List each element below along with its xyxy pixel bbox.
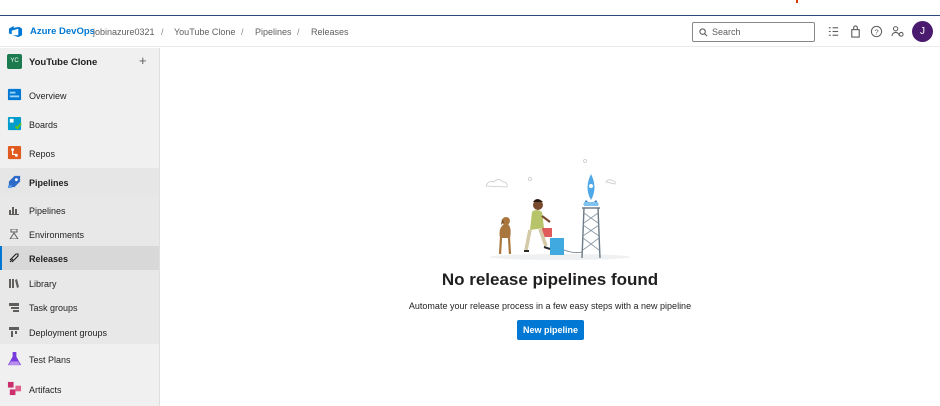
- azure-devops-logo-icon[interactable]: [8, 24, 23, 39]
- notification-dot: [796, 0, 798, 3]
- empty-state-title: No release pipelines found: [441, 270, 659, 289]
- breadcrumb-separator: /: [297, 27, 300, 37]
- pipelines-sub-icon: [9, 207, 19, 215]
- project-name[interactable]: YouTube Clone: [29, 57, 97, 68]
- sidebar-item-boards[interactable]: Boards: [0, 110, 159, 138]
- artifacts-icon: [7, 381, 22, 396]
- add-icon[interactable]: +: [139, 53, 147, 68]
- pipelines-icon: [7, 175, 21, 189]
- shopping-bag-icon[interactable]: [849, 25, 862, 38]
- sidebar-subitem-label: Task groups: [29, 303, 78, 313]
- main-content: No release pipelines found Automate your…: [160, 48, 940, 406]
- releases-icon: [9, 253, 19, 263]
- task-groups-icon: [9, 303, 19, 312]
- test-plans-icon: [7, 351, 22, 366]
- sidebar-subitem-task-groups[interactable]: Task groups: [0, 295, 159, 319]
- overview-icon: [7, 88, 22, 101]
- sidebar-subitem-label: Pipelines: [29, 206, 66, 216]
- breadcrumb-project[interactable]: YouTube Clone: [174, 27, 235, 37]
- search-icon: [699, 28, 708, 37]
- sidebar-subitem-releases[interactable]: Releases: [0, 246, 159, 270]
- brand-link[interactable]: Azure DevOps: [30, 26, 95, 37]
- sidebar-subitem-label: Releases: [29, 254, 69, 264]
- sidebar-item-label: Boards: [29, 120, 58, 130]
- empty-state-description: Automate your release process in a few e…: [408, 301, 692, 311]
- sidebar-subitem-environments[interactable]: Environments: [0, 222, 159, 246]
- empty-state-illustration: [485, 159, 630, 260]
- breadcrumb-pipelines[interactable]: Pipelines: [255, 27, 292, 37]
- repos-icon: [7, 145, 22, 160]
- sidebar-item-label: Overview: [29, 91, 67, 101]
- avatar[interactable]: J: [912, 21, 933, 42]
- sidebar-subitem-library[interactable]: Library: [0, 271, 159, 295]
- breadcrumb-releases[interactable]: Releases: [311, 27, 349, 37]
- sidebar-item-repos[interactable]: Repos: [0, 139, 159, 167]
- sidebar-item-label: Test Plans: [29, 355, 71, 365]
- library-icon: [9, 279, 19, 288]
- project-badge: YC: [7, 54, 22, 69]
- sidebar-item-overview[interactable]: Overview: [0, 81, 159, 109]
- sidebar-subitem-label: Deployment groups: [29, 328, 108, 338]
- breadcrumb-separator: /: [161, 27, 164, 37]
- search-box[interactable]: [692, 22, 815, 42]
- sidebar-subitem-pipelines[interactable]: Pipelines: [0, 198, 159, 222]
- sidebar-subitem-label: Environments: [29, 230, 85, 240]
- boards-icon: [7, 116, 22, 131]
- svg-text:?: ?: [874, 27, 878, 36]
- help-icon[interactable]: ?: [870, 25, 883, 38]
- deployment-groups-icon: [9, 327, 19, 337]
- new-pipeline-button[interactable]: New pipeline: [517, 320, 584, 340]
- project-header[interactable]: YC YouTube Clone +: [0, 48, 159, 76]
- task-list-icon[interactable]: [827, 25, 840, 38]
- environments-icon: [9, 229, 19, 239]
- browser-top-strip: [0, 0, 940, 16]
- sidebar: YC YouTube Clone + Overview Boards Repos: [0, 48, 160, 406]
- sidebar-item-label: Pipelines: [29, 178, 69, 188]
- sidebar-item-test-plans[interactable]: Test Plans: [0, 345, 159, 373]
- breadcrumb-separator: /: [241, 27, 244, 37]
- search-input[interactable]: [712, 25, 810, 39]
- sidebar-subitem-label: Library: [29, 279, 57, 289]
- sidebar-item-label: Artifacts: [29, 385, 62, 395]
- sidebar-subitem-deployment-groups[interactable]: Deployment groups: [0, 320, 159, 344]
- sidebar-item-artifacts[interactable]: Artifacts: [0, 375, 159, 403]
- user-settings-icon[interactable]: [891, 25, 904, 38]
- top-header: Azure DevOps jobinazure0321 / YouTube Cl…: [0, 17, 940, 47]
- organization-link[interactable]: jobinazure0321: [93, 27, 155, 37]
- sidebar-item-label: Repos: [29, 149, 56, 159]
- sidebar-item-pipelines[interactable]: Pipelines: [0, 168, 159, 196]
